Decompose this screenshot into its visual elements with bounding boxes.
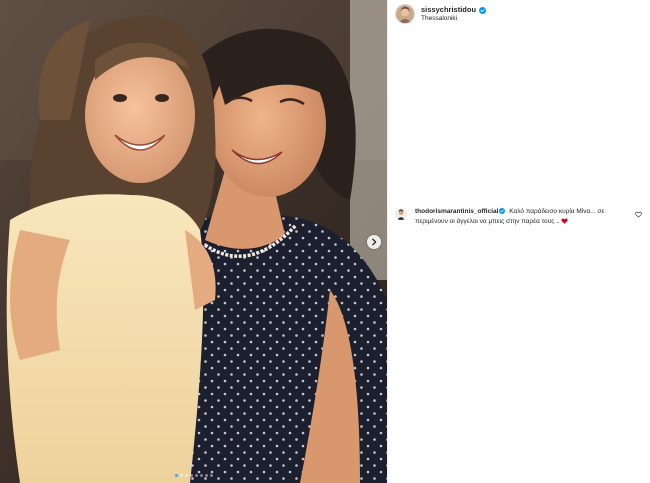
red-heart-icon <box>561 218 568 224</box>
username[interactable]: sissychristidou <box>421 5 476 15</box>
location-link[interactable]: Thessaloniki <box>421 15 486 22</box>
carousel-dot <box>194 474 198 477</box>
verified-badge-icon <box>479 6 487 14</box>
carousel-dot <box>184 474 188 477</box>
carousel-next-button[interactable] <box>367 235 381 249</box>
avatar-image <box>395 208 407 220</box>
post-media[interactable] <box>0 0 387 483</box>
heart-outline-icon <box>635 211 642 218</box>
carousel-dot <box>204 474 208 477</box>
post-side-panel: sissychristidou Thessaloniki thodorismar… <box>387 0 650 483</box>
carousel-dot <box>174 474 178 477</box>
chevron-right-icon <box>372 238 377 246</box>
comment-avatar[interactable] <box>395 208 407 220</box>
avatar[interactable] <box>395 4 415 24</box>
post-header: sissychristidou Thessaloniki <box>395 4 487 24</box>
instagram-post: sissychristidou Thessaloniki thodorismar… <box>0 0 650 483</box>
post-photo <box>0 0 387 483</box>
carousel-indicator <box>0 474 387 477</box>
verified-badge-icon <box>499 208 506 214</box>
carousel-dot <box>179 474 183 477</box>
carousel-dot <box>189 474 193 477</box>
carousel-dot <box>199 474 203 477</box>
comment-username[interactable]: thodorismarantinis_official <box>415 208 498 215</box>
carousel-dot <box>209 474 213 477</box>
avatar-image <box>396 5 414 23</box>
comment: thodorismarantinis_official Καλό παράδει… <box>395 207 647 227</box>
comment-like-button[interactable] <box>635 211 642 218</box>
comment-body: thodorismarantinis_official Καλό παράδει… <box>415 207 637 227</box>
